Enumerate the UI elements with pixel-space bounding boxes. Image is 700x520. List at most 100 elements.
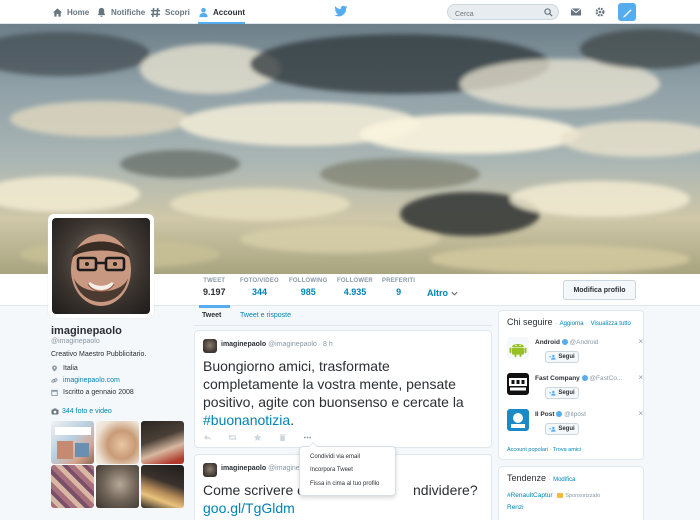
menu-embed-tweet[interactable]: Incorpora Tweet bbox=[310, 467, 353, 473]
profile-location-text: Italia bbox=[63, 365, 78, 372]
gear-icon[interactable] bbox=[594, 6, 606, 18]
media-thumbnail[interactable] bbox=[96, 421, 139, 464]
account-name[interactable]: Il Post @ilpost bbox=[535, 411, 586, 418]
tab-tweets[interactable]: Tweet bbox=[202, 312, 221, 319]
separator: · bbox=[549, 447, 552, 453]
stat-tweets[interactable]: TWEET 9.197 bbox=[199, 278, 229, 308]
media-thumbnail[interactable] bbox=[96, 465, 139, 508]
messages-icon[interactable] bbox=[570, 6, 582, 18]
quill-icon bbox=[622, 8, 632, 17]
change-trends-link[interactable]: Modifica bbox=[553, 477, 575, 483]
fast-company-avatar[interactable] bbox=[507, 373, 529, 395]
profile-location: Italia bbox=[51, 365, 78, 372]
tweet-username[interactable]: imaginepaolo bbox=[221, 465, 266, 472]
tweet-link[interactable]: goo.gl/TgGldm bbox=[203, 500, 295, 516]
more-menu[interactable]: Altro bbox=[427, 288, 458, 298]
twitter-bird-icon[interactable] bbox=[334, 5, 348, 18]
search-box bbox=[447, 4, 559, 22]
who-to-follow-panel: Chi seguire · Aggiorna · Visualizza tutt… bbox=[498, 310, 644, 460]
stat-followers-value: 4.935 bbox=[343, 287, 367, 297]
top-navigation-bar: Home Notifiche Scopri Account bbox=[0, 0, 700, 24]
tweet-actions bbox=[203, 433, 312, 442]
follow-label: Segui bbox=[558, 354, 575, 360]
popular-accounts-link[interactable]: Account popolari bbox=[507, 447, 548, 453]
nav-account-label: Account bbox=[213, 7, 245, 17]
nav-notifications-label: Notifiche bbox=[111, 7, 146, 17]
nav-home[interactable]: Home bbox=[52, 0, 89, 24]
tweet-header: imaginepaolo @imaginepaolo · 8 h bbox=[221, 341, 333, 348]
find-friends-link[interactable]: Trova amici bbox=[553, 447, 581, 453]
tweet-avatar[interactable] bbox=[203, 463, 217, 477]
compose-tweet-button[interactable] bbox=[618, 3, 636, 21]
tweet-text: Buongiorno amici, trasformate completame… bbox=[203, 357, 485, 429]
nav-notifications[interactable]: Notifiche bbox=[96, 0, 145, 24]
dismiss-x-icon[interactable]: × bbox=[638, 337, 643, 346]
profile-website-link[interactable]: imaginepaolo.com bbox=[63, 377, 120, 384]
stat-photos[interactable]: FOTO/VIDEO 344 bbox=[240, 278, 279, 297]
media-thumbnail[interactable] bbox=[51, 465, 94, 508]
view-all-link[interactable]: Visualizza tutto bbox=[591, 321, 631, 327]
android-avatar[interactable] bbox=[507, 337, 529, 359]
tab-tweets-and-replies[interactable]: Tweet e risposte bbox=[240, 312, 291, 319]
retweet-icon[interactable] bbox=[228, 433, 237, 442]
profile-joined-text: Iscritto a gennaio 2008 bbox=[63, 389, 134, 396]
account-display-name: Fast Company bbox=[535, 375, 580, 382]
search-icon[interactable] bbox=[544, 8, 553, 17]
stream-tabs: Tweet Tweet e risposte bbox=[194, 306, 492, 326]
delete-trash-icon[interactable] bbox=[278, 433, 287, 442]
more-dots-icon[interactable] bbox=[303, 433, 312, 442]
edit-profile-button[interactable]: Modifica profilo bbox=[563, 280, 636, 300]
tweet-avatar[interactable] bbox=[203, 339, 217, 353]
follow-button[interactable]: Segui bbox=[545, 351, 579, 363]
tweet-username[interactable]: imaginepaolo bbox=[221, 341, 266, 348]
stat-followers[interactable]: FOLLOWER 4.935 bbox=[337, 278, 373, 297]
tweet-more-menu: Condividi via email Incorpora Tweet Fiss… bbox=[299, 442, 396, 496]
follow-button[interactable]: Segui bbox=[545, 423, 579, 435]
add-user-icon bbox=[549, 390, 556, 396]
stat-favorites-value: 9 bbox=[396, 287, 402, 297]
avatar-photo bbox=[52, 218, 150, 314]
account-handle: @FastCo... bbox=[589, 375, 623, 382]
account-display-name: Il Post bbox=[535, 411, 555, 418]
menu-pin-to-profile[interactable]: Fissa in cima al tuo profilo bbox=[310, 481, 379, 487]
home-icon bbox=[52, 7, 63, 17]
account-handle: @Android bbox=[569, 339, 599, 346]
tweet-hashtag[interactable]: #buonanotizia bbox=[203, 412, 290, 428]
nav-discover[interactable]: Scopri bbox=[150, 0, 190, 24]
stat-followers-label: FOLLOWER bbox=[337, 278, 373, 284]
media-thumbnail[interactable] bbox=[141, 465, 184, 508]
follow-label: Segui bbox=[558, 390, 575, 396]
separator: · bbox=[586, 321, 589, 327]
avatar[interactable] bbox=[48, 214, 154, 318]
refresh-link[interactable]: Aggiorna bbox=[560, 321, 584, 327]
more-label: Altro bbox=[427, 288, 448, 298]
tweet-body-end: ndividere? bbox=[413, 482, 478, 498]
photos-videos-label: 344 foto e video bbox=[62, 408, 112, 415]
menu-share-email[interactable]: Condividi via email bbox=[310, 454, 360, 460]
suggested-account: Fast Company @FastCo... × Segui bbox=[507, 373, 643, 405]
dismiss-x-icon[interactable]: × bbox=[638, 409, 643, 418]
nav-account[interactable]: Account bbox=[198, 0, 245, 24]
android-logo-icon bbox=[509, 344, 527, 357]
stat-favorites[interactable]: PREFERITI 9 bbox=[382, 278, 415, 297]
who-to-follow-title: Chi seguire bbox=[507, 317, 553, 327]
trend-item[interactable]: #RenaultCaptur Sponsorizzato bbox=[507, 492, 600, 499]
favorite-star-icon[interactable] bbox=[253, 433, 262, 442]
account-name[interactable]: Android @Android bbox=[535, 339, 599, 346]
reply-icon[interactable] bbox=[203, 433, 212, 442]
il-post-avatar[interactable] bbox=[507, 409, 529, 431]
profile-name[interactable]: imaginepaolo bbox=[51, 325, 122, 337]
trend-item[interactable]: Renzi bbox=[507, 504, 524, 511]
profile-handle[interactable]: @imaginepaolo bbox=[51, 338, 100, 345]
follow-button[interactable]: Segui bbox=[545, 387, 579, 399]
photos-videos-link[interactable]: 344 foto e video bbox=[51, 408, 112, 415]
media-thumbnail[interactable] bbox=[141, 421, 184, 464]
account-name[interactable]: Fast Company @FastCo... bbox=[535, 375, 622, 382]
dismiss-x-icon[interactable]: × bbox=[638, 373, 643, 382]
search-input[interactable] bbox=[448, 7, 540, 22]
media-thumbnail[interactable] bbox=[51, 421, 94, 464]
stat-tweets-value: 9.197 bbox=[203, 287, 226, 297]
tweet[interactable]: imaginepaolo @imaginepaolo · 8 h Buongio… bbox=[194, 330, 492, 448]
location-pin-icon bbox=[52, 365, 57, 372]
stat-following[interactable]: FOLLOWING 985 bbox=[289, 278, 327, 297]
